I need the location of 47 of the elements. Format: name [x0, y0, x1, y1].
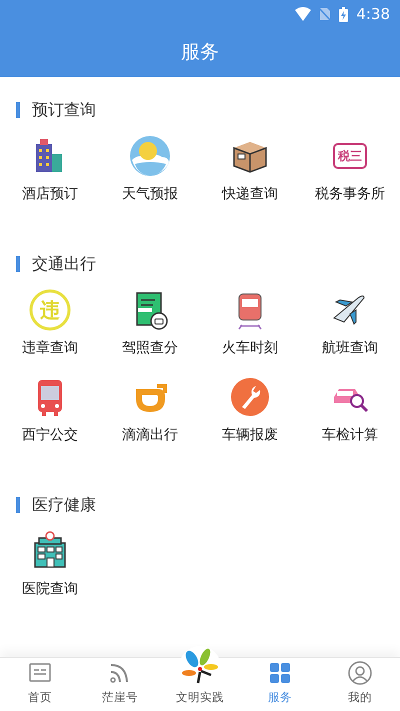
- battery-icon: [339, 6, 348, 22]
- service-tile[interactable]: 西宁公交: [0, 375, 100, 446]
- service-label: 滴滴出行: [122, 426, 178, 445]
- service-tile[interactable]: 驾照查分: [100, 288, 200, 359]
- page-title: 服务: [181, 43, 219, 62]
- icon-label: 税三: [338, 148, 362, 165]
- nav-tab[interactable]: 我的: [320, 658, 400, 711]
- section-marker: [16, 497, 20, 513]
- service-tile[interactable]: 滴滴出行: [100, 375, 200, 446]
- nav-tab[interactable]: 文明实践: [160, 642, 240, 711]
- service-tile[interactable]: 车检计算: [300, 375, 400, 446]
- service-tile[interactable]: 酒店预订: [0, 134, 100, 205]
- service-label: 航班查询: [322, 339, 378, 358]
- icon-label: 违: [40, 297, 60, 324]
- service-label: 税务事务所: [315, 185, 385, 204]
- service-label: 车检计算: [322, 426, 378, 445]
- nav-tab[interactable]: 首页: [0, 658, 80, 711]
- service-tile[interactable]: 违 违章查询: [0, 288, 100, 359]
- service-label: 火车时刻: [222, 339, 278, 358]
- section-title: 预订查询: [32, 99, 96, 121]
- service-tile[interactable]: 税三 税务事务所: [300, 134, 400, 205]
- wrench-icon: [228, 375, 272, 419]
- service-label: 医院查询: [22, 580, 78, 599]
- service-label: 快递查询: [222, 185, 278, 204]
- service-label: 违章查询: [22, 339, 78, 358]
- profile-icon: [347, 660, 373, 686]
- service-tile[interactable]: 车辆报废: [200, 375, 300, 446]
- service-tile[interactable]: 快递查询: [200, 134, 300, 205]
- service-label: 酒店预订: [22, 185, 78, 204]
- section-title: 交通出行: [32, 253, 96, 275]
- service-tile[interactable]: 火车时刻: [200, 288, 300, 359]
- weather-icon: [128, 134, 172, 178]
- no-sim-icon: [319, 7, 332, 21]
- wifi-icon: [295, 7, 312, 21]
- section-marker: [16, 256, 20, 272]
- service-label: 车辆报废: [222, 426, 278, 445]
- service-tile[interactable]: 航班查询: [300, 288, 400, 359]
- service-tile[interactable]: 天气预报: [100, 134, 200, 205]
- violation-icon: [28, 288, 72, 332]
- clock-time: 4:38: [356, 4, 390, 25]
- nav-tab[interactable]: 茫崖号: [80, 658, 160, 711]
- service-label: 西宁公交: [22, 426, 78, 445]
- service-label: 驾照查分: [122, 339, 178, 358]
- section-title: 医疗健康: [32, 494, 96, 516]
- service-tile[interactable]: 医院查询: [0, 529, 100, 600]
- section-marker: [16, 102, 20, 118]
- service-label: 天气预报: [122, 185, 178, 204]
